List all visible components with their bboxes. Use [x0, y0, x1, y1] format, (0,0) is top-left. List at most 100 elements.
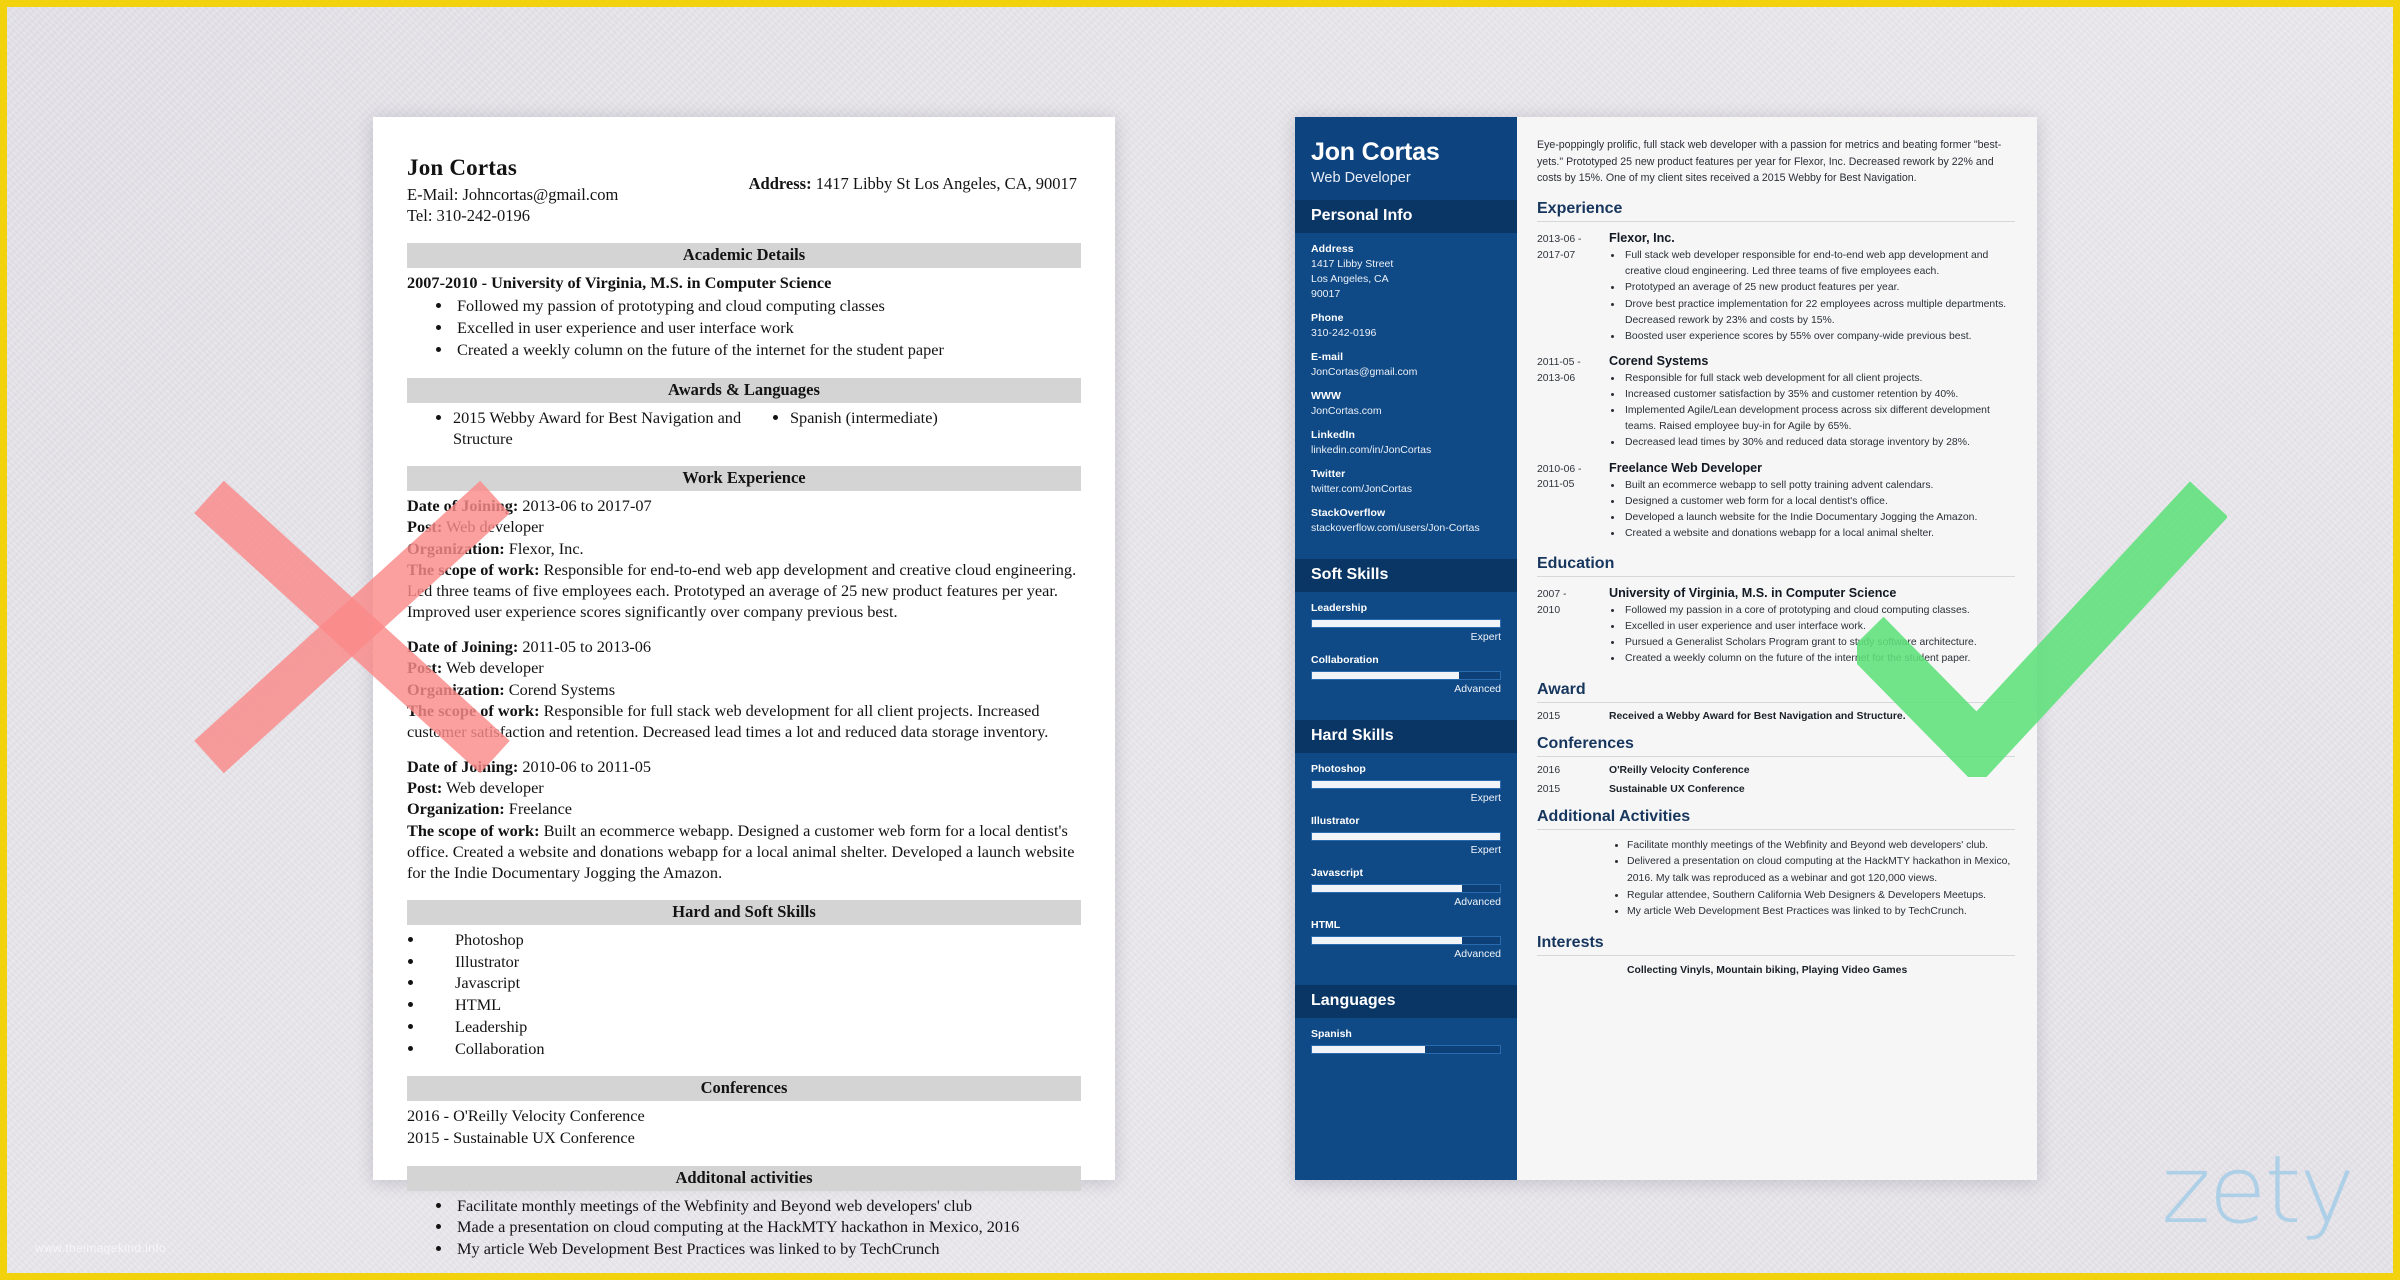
good-conferences-list: 2016 O'Reilly Velocity Conference 2015 Sust… [1537, 765, 2015, 795]
entry-bullet: Implemented Agile/Lean development proce… [1623, 403, 2015, 435]
entry-bullet-list: Responsible for full stack web developme… [1623, 371, 2015, 452]
entry-bullet: Followed my passion in a core of prototy… [1623, 603, 2015, 619]
entry-title: Flexor, Inc. [1609, 231, 1675, 246]
bad-skill-item: Illustrator [425, 951, 1081, 973]
entry-bullet: Created a weekly column on the future of… [1623, 651, 2015, 667]
bad-job-line: Date of Joining: 2013-06 to 2017-07 [407, 496, 652, 516]
good-info-value: 310-242-0196 [1311, 326, 1377, 339]
good-info-value: stackoverflow.com/users/Jon-Cortas [1311, 521, 1480, 534]
bad-section-academic-title: Academic Details [407, 243, 1081, 269]
entry-title: Corend Systems [1609, 353, 1709, 368]
entry-body: Flexor, Inc. Full stack web developer res… [1609, 231, 2015, 345]
good-info-value: linkedin.com/in/JonCortas [1311, 443, 1432, 456]
good-info-label: Address [1311, 243, 1354, 256]
skill-label: Photoshop [1311, 763, 1366, 776]
good-hard-skill: Photoshop Expert [1311, 763, 1501, 804]
page-frame: Jon Cortas E-Mail: Johncortas@gmail.com … [0, 0, 2400, 1280]
entry-bullet: Decreased lead times by 30% and reduced … [1623, 435, 2015, 451]
skill-label: Illustrator [1311, 815, 1360, 828]
bad-job-entry: Date of Joining: 2011-05 to 2013-06 Post:… [407, 636, 1081, 742]
entry-bullet: Built an ecommerce webapp to sell potty … [1623, 478, 2015, 494]
bad-skill-item: Photoshop [425, 929, 1081, 951]
bad-awards-left-list: 2015 Webby Award for Best Navigation and… [453, 407, 744, 449]
bad-additional-list: Facilitate monthly meetings of the Webfi… [453, 1195, 1081, 1260]
flat-year: 2016 [1537, 764, 1561, 776]
entry-title: Freelance Web Developer [1609, 460, 1763, 475]
bad-award-item: 2015 Webby Award for Best Navigation and… [453, 407, 744, 449]
bad-job-line: Post: Web developer [407, 658, 544, 678]
bad-resume-header: Jon Cortas E-Mail: Johncortas@gmail.com … [407, 155, 1081, 226]
skill-label: Javascript [1311, 867, 1363, 880]
bad-job-line-label: Post: [407, 778, 443, 798]
skill-level-label: Advanced [1454, 683, 1501, 696]
bad-job-line: Date of Joining: 2010-06 to 2011-05 [407, 757, 652, 777]
good-interests-title: Interests [1537, 934, 2015, 956]
good-info-label: Twitter [1311, 467, 1346, 480]
bad-skills-list: PhotoshopIllustratorJavascriptHTMLLeader… [425, 929, 1081, 1059]
skill-bar-track [1311, 884, 1501, 894]
skill-bar-track [1311, 671, 1501, 681]
good-info-field: LinkedIn linkedin.com/in/JonCortas [1311, 429, 1501, 458]
entry-bullet-list: Built an ecommerce webapp to sell potty … [1623, 478, 2015, 543]
bad-academic-bullet: Excelled in user experience and user int… [453, 317, 1081, 339]
bottom-watermark: www.theimagekind.info [35, 1241, 167, 1255]
good-soft-skills-list: Leadership Expert Collaboration Advanced [1295, 592, 1517, 720]
good-resume-sidebar: Jon Cortas Web Developer Personal Info A… [1295, 117, 1517, 1180]
bad-section-work-title: Work Experience [407, 466, 1081, 492]
skill-level-label: Expert [1470, 631, 1501, 644]
good-resume-document: Jon Cortas Web Developer Personal Info A… [1295, 117, 2037, 1180]
bad-academic-bullet: Followed my passion of prototyping and c… [453, 295, 1081, 317]
bad-job-line-label: The scope of work: [407, 559, 540, 579]
zety-watermark: zety [2161, 1136, 2355, 1245]
good-experience-entry: 2013-06 -2017-07 Flexor, Inc. Full stack w… [1537, 231, 2015, 345]
skill-label: Spanish [1311, 1028, 1352, 1041]
good-experience-entry: 2010-06 -2011-05 Freelance Web Developer B… [1537, 461, 2015, 543]
entry-date: 2010-06 -2011-05 [1537, 463, 1582, 491]
entry-title: University of Virginia, M.S. in Computer… [1609, 586, 1897, 601]
good-hard-skills-title: Hard Skills [1295, 720, 1517, 754]
skill-bar-track [1311, 619, 1501, 629]
skill-bar-fill [1312, 672, 1459, 680]
entry-bullet: Responsible for full stack web developme… [1623, 371, 2015, 387]
good-resume-main: Eye-poppingly prolific, full stack web d… [1517, 117, 2037, 1180]
bad-additional-bullet: My article Web Development Best Practice… [453, 1238, 1081, 1260]
good-info-label: WWW [1311, 389, 1342, 402]
bad-job-line-label: Organization: [407, 799, 505, 819]
skill-bar-fill [1312, 833, 1500, 841]
bad-conference-line: 2016 - O'Reilly Velocity Conference [407, 1106, 645, 1126]
bad-academic-bullet: Created a weekly column on the future of… [453, 339, 1081, 361]
good-info-value: JonCortas@gmail.com [1311, 365, 1418, 378]
good-personal-info-title: Personal Info [1295, 200, 1517, 234]
entry-bullet: Designed a customer web form for a local… [1623, 494, 2015, 510]
bad-resume-document: Jon Cortas E-Mail: Johncortas@gmail.com … [373, 117, 1115, 1258]
bad-skill-item: Collaboration [425, 1038, 1081, 1060]
entry-bullet-list: Full stack web developer responsible for… [1623, 248, 2015, 345]
bad-conferences-list: 2016 - O'Reilly Velocity Conference 2015 … [407, 1105, 1081, 1148]
bad-job-entry: Date of Joining: 2013-06 to 2017-07 Post:… [407, 495, 1081, 622]
good-language-skill: Spanish [1311, 1028, 1501, 1055]
good-info-value: 1417 Libby Street Los Angeles, CA 90017 [1311, 258, 1394, 301]
good-conference-entry: 2016 O'Reilly Velocity Conference [1537, 765, 2015, 776]
skill-bar-track [1311, 936, 1501, 946]
flat-text: O'Reilly Velocity Conference [1609, 764, 1750, 776]
entry-bullet: Pursued a Generalist Scholars Program gr… [1623, 635, 2015, 651]
bad-awards-right-list: Spanish (intermediate) [790, 407, 1081, 449]
good-personal-info-fields: Address 1417 Libby Street Los Angeles, CA 9… [1295, 233, 1517, 559]
bad-work-list: Date of Joining: 2013-06 to 2017-07 Post:… [407, 495, 1081, 883]
good-soft-skill: Collaboration Advanced [1311, 654, 1501, 695]
entry-bullet: Prototyped an average of 25 new product … [1623, 280, 2015, 296]
entry-bullet: Full stack web developer responsible for… [1623, 248, 2015, 280]
bad-conference-line: 2015 - Sustainable UX Conference [407, 1127, 635, 1147]
good-info-field: Twitter twitter.com/JonCortas [1311, 468, 1501, 497]
entry-bullet: Excelled in user experience and user int… [1623, 619, 2015, 635]
bad-additional-bullet: Facilitate monthly meetings of the Webfi… [453, 1195, 1081, 1217]
good-info-label: LinkedIn [1311, 428, 1355, 441]
good-soft-skill: Leadership Expert [1311, 602, 1501, 643]
entry-body: Freelance Web Developer Built an ecommerc… [1609, 461, 2015, 543]
good-additional-title: Additional Activities [1537, 808, 2015, 830]
good-conferences-title: Conferences [1537, 735, 2015, 757]
flat-text: Sustainable UX Conference [1609, 783, 1745, 795]
entry-bullet: Increased customer satisfaction by 35% a… [1623, 387, 2015, 403]
good-award-entry: 2015 Received a Webby Award for Best Navi… [1537, 711, 2015, 722]
skill-bar-track [1311, 1045, 1501, 1055]
